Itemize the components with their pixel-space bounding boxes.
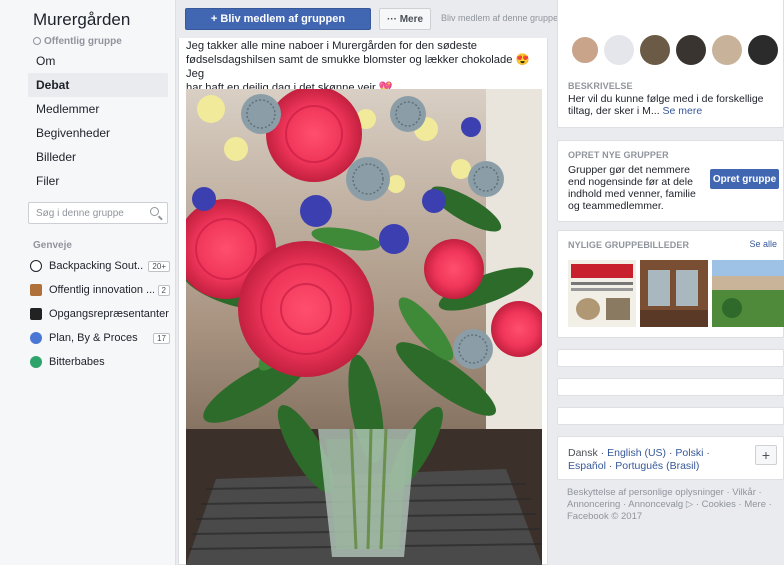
shortcut-count-badge: 20+ bbox=[148, 260, 170, 272]
soccer-ball-icon bbox=[30, 260, 42, 272]
description-text: Her vil du kunne følge med i de forskell… bbox=[568, 93, 780, 117]
post-text-line: fødselsdagshilsen samt de smukke blomste… bbox=[186, 54, 513, 66]
group-nav: Om Debat Medlemmer Begivenheder Billeder… bbox=[28, 49, 168, 193]
language-link[interactable]: Español bbox=[568, 460, 606, 472]
create-group-heading: Opret nye grupper bbox=[568, 150, 669, 160]
shortcuts-heading: Genveje bbox=[33, 240, 72, 251]
post-text-line: Jeg bbox=[186, 68, 205, 80]
join-group-button[interactable]: + Bliv medlem af gruppen bbox=[185, 8, 371, 30]
post-card: Jeg takker alle mine naboer i Murergårde… bbox=[178, 38, 548, 565]
shortcut-count-badge: 17 bbox=[153, 332, 170, 344]
shortcut-item[interactable]: Backpacking Sout... 20+ bbox=[30, 254, 170, 278]
group-thumbnail-icon bbox=[30, 308, 42, 320]
member-avatars bbox=[558, 0, 784, 73]
group-search-input[interactable] bbox=[29, 203, 139, 223]
post-photo[interactable] bbox=[186, 89, 542, 565]
globe-icon bbox=[33, 37, 41, 45]
nav-item-billeder[interactable]: Billeder bbox=[28, 145, 168, 169]
group-photo-thumb[interactable] bbox=[712, 260, 784, 327]
member-avatar[interactable] bbox=[676, 35, 706, 65]
nav-item-filer[interactable]: Filer bbox=[28, 169, 168, 193]
heart-eyes-emoji: 😍 bbox=[515, 54, 530, 66]
create-group-button[interactable]: Opret gruppe bbox=[710, 169, 779, 189]
post-text-line: Jeg takker alle mine naboer i Murergårde… bbox=[186, 40, 478, 52]
group-privacy-label: Offentlig gruppe bbox=[33, 36, 122, 47]
newspaper-clipping-thumb bbox=[571, 264, 633, 278]
left-sidebar: Murergården Offentlig gruppe Om Debat Me… bbox=[0, 0, 176, 565]
right-sidebar: Beskrivelse Her vil du kunne følge med i… bbox=[557, 0, 784, 565]
briefcase-icon bbox=[30, 284, 42, 296]
member-avatar[interactable] bbox=[712, 35, 742, 65]
member-avatar[interactable] bbox=[748, 35, 778, 65]
nav-item-begivenheder[interactable]: Begivenheder bbox=[28, 121, 168, 145]
member-avatar[interactable] bbox=[570, 35, 600, 65]
language-link[interactable]: Português (Brasil) bbox=[615, 460, 699, 472]
group-photo-thumb[interactable] bbox=[568, 260, 636, 327]
empty-card bbox=[557, 378, 784, 396]
footer-links[interactable]: Beskyttelse af personlige oplysninger · … bbox=[567, 487, 781, 523]
nav-item-debat[interactable]: Debat bbox=[28, 73, 168, 97]
group-photo-thumb[interactable] bbox=[640, 260, 708, 327]
shortcut-item[interactable]: Plan, By & Proces 17 bbox=[30, 326, 170, 350]
shortcut-label: Backpacking Sout... bbox=[49, 260, 145, 272]
shortcut-label: Plan, By & Proces bbox=[49, 332, 138, 344]
description-heading: Beskrivelse bbox=[568, 81, 633, 91]
member-avatar[interactable] bbox=[604, 35, 634, 65]
flower-bouquet-photo bbox=[186, 89, 542, 565]
language-card: Dansk · English (US) · Polski · Español … bbox=[557, 436, 784, 480]
member-avatar[interactable] bbox=[640, 35, 670, 65]
see-all-link[interactable]: Se alle bbox=[749, 239, 777, 249]
shortcut-item[interactable]: Offentlig innovation ... 2 bbox=[30, 278, 170, 302]
shortcut-label: Offentlig innovation ... bbox=[49, 284, 154, 296]
about-card: Beskrivelse Her vil du kunne følge med i… bbox=[557, 0, 784, 128]
shortcut-label: Bitterbabes bbox=[49, 356, 105, 368]
people-icon bbox=[30, 332, 42, 344]
post-text: Jeg takker alle mine naboer i Murergårde… bbox=[186, 39, 542, 95]
empty-card bbox=[557, 407, 784, 425]
nav-item-medlemmer[interactable]: Medlemmer bbox=[28, 97, 168, 121]
group-name[interactable]: Murergården bbox=[33, 10, 130, 30]
add-language-button[interactable]: + bbox=[755, 445, 777, 465]
recent-photos-card: Nylige gruppebilleder Se alle bbox=[557, 230, 784, 338]
main-feed: + Bliv medlem af gruppen ··· Mere Bliv m… bbox=[178, 0, 697, 565]
search-icon[interactable] bbox=[150, 207, 159, 216]
see-more-link[interactable]: Se mere bbox=[663, 105, 703, 117]
empty-card bbox=[557, 349, 784, 367]
group-search bbox=[28, 202, 168, 224]
create-group-card: Opret nye grupper Grupper gør det nemmer… bbox=[557, 140, 784, 222]
recent-photos-heading: Nylige gruppebilleder bbox=[568, 240, 690, 250]
shortcut-count-badge: 2 bbox=[157, 284, 170, 296]
shortcut-label: Opgangsrepræsentanter bbox=[49, 308, 169, 320]
current-language: Dansk bbox=[568, 447, 598, 459]
create-group-text: Grupper gør det nemmere end nogensinde f… bbox=[568, 164, 696, 212]
shortcut-item[interactable]: Opgangsrepræsentanter bbox=[30, 302, 170, 326]
globe-icon bbox=[30, 356, 42, 368]
nav-item-om[interactable]: Om bbox=[28, 49, 168, 73]
shortcut-item[interactable]: Bitterbabes bbox=[30, 350, 170, 374]
language-list: Dansk · English (US) · Polski · Español … bbox=[568, 447, 710, 472]
language-link[interactable]: Polski bbox=[675, 447, 703, 459]
shortcuts-list: Backpacking Sout... 20+ Offentlig innova… bbox=[30, 254, 170, 374]
language-link[interactable]: English (US) bbox=[607, 447, 666, 459]
group-type-text: Offentlig gruppe bbox=[44, 36, 122, 47]
more-button[interactable]: ··· Mere bbox=[379, 8, 431, 30]
